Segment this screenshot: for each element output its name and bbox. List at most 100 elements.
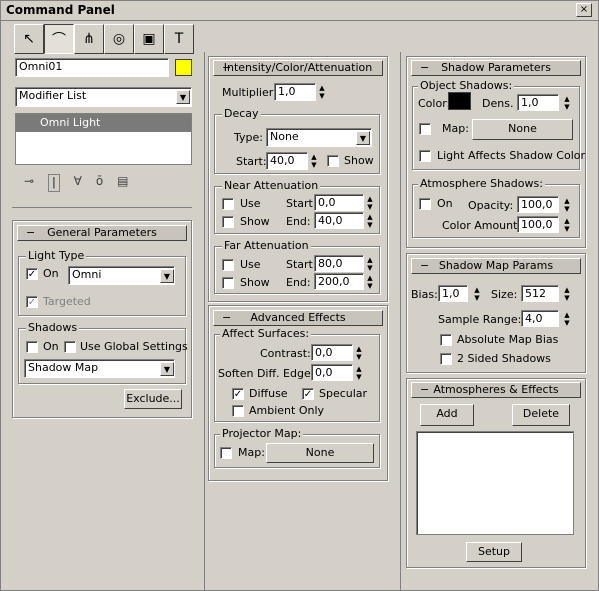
shadow-type-dropdown[interactable]: Shadow Map [24, 359, 175, 378]
sample-range-spinner[interactable]: ▲ ▼ [562, 311, 572, 327]
chevron-down-icon[interactable]: ▼ [356, 131, 370, 145]
stack-divider [12, 207, 192, 208]
projector-map-button[interactable]: None [266, 443, 374, 463]
tab-utilities[interactable]: T [164, 24, 194, 54]
near-attenuation-label: Near Attenuation [222, 179, 321, 192]
decay-show-checkbox[interactable] [327, 155, 339, 167]
near-end-input[interactable]: 40,0 [314, 212, 364, 229]
decay-type-label: Type: [234, 131, 263, 144]
stack-toolbar: ⊸ ǀ ∀ ō ▤ [24, 174, 194, 192]
far-end-input[interactable]: 200,0 [314, 273, 364, 290]
atmospheres-effects-header[interactable]: − Atmospheres & Effects [411, 382, 581, 398]
color-amount-input[interactable]: 100,0 [517, 216, 559, 233]
shadow-parameters-title: Shadow Parameters [441, 61, 551, 74]
light-on-label: On [43, 267, 59, 280]
near-end-spinner[interactable]: ▲ ▼ [365, 213, 375, 229]
near-end-label: End: [286, 215, 311, 228]
multiplier-input[interactable]: 1,0 [274, 83, 316, 101]
near-use-checkbox[interactable] [222, 198, 234, 210]
far-start-input[interactable]: 80,0 [314, 255, 364, 272]
projector-map-checkbox[interactable] [220, 447, 232, 459]
specular-checkbox[interactable]: ✓ [302, 388, 314, 400]
tab-create[interactable]: ↖ [14, 24, 44, 54]
bias-input[interactable]: 1,0 [438, 285, 468, 302]
pin-icon[interactable]: ⊸ [24, 174, 34, 192]
decay-start-input[interactable]: 40,0 [266, 152, 308, 170]
dens-input[interactable]: 1,0 [517, 94, 559, 111]
add-button[interactable]: Add [420, 404, 474, 426]
collapse-icon: − [26, 226, 36, 239]
shadow-map-params-header[interactable]: − Shadow Map Params [411, 258, 581, 274]
shadow-map-params-title: Shadow Map Params [438, 259, 554, 272]
tab-display[interactable]: ▣ [134, 24, 164, 54]
ambient-only-checkbox[interactable] [232, 405, 244, 417]
configure-icon[interactable]: ▤ [117, 174, 128, 192]
far-attenuation-label: Far Attenuation [222, 239, 311, 252]
tab-hierarchy[interactable]: ⋔ [74, 24, 104, 54]
decay-start-spinner[interactable]: ▲ ▼ [309, 153, 319, 169]
shadows-on-checkbox[interactable] [26, 341, 38, 353]
far-start-spinner[interactable]: ▲ ▼ [365, 256, 375, 272]
show-end-icon[interactable]: ǀ [48, 174, 60, 192]
diffuse-checkbox[interactable]: ✓ [232, 388, 244, 400]
size-spinner[interactable]: ▲ ▼ [562, 286, 572, 302]
far-show-checkbox[interactable] [222, 277, 234, 289]
shadow-map-checkbox[interactable] [419, 123, 431, 135]
specular-label: Specular [319, 387, 368, 400]
shadow-parameters-header[interactable]: − Shadow Parameters [411, 60, 581, 76]
soften-spinner[interactable]: ▲ ▼ [354, 365, 364, 381]
size-input[interactable]: 512 [521, 285, 559, 302]
soften-input[interactable]: 0,0 [311, 364, 353, 381]
far-use-checkbox[interactable] [222, 259, 234, 271]
make-unique-icon[interactable]: ∀ [74, 174, 82, 192]
targeted-checkbox[interactable]: ✓ [26, 296, 38, 308]
delete-button[interactable]: Delete [512, 404, 570, 426]
setup-button[interactable]: Setup [466, 542, 522, 562]
use-global-checkbox[interactable] [64, 341, 76, 353]
object-name-input[interactable]: Omni01 [15, 58, 169, 77]
dens-label: Dens. [482, 97, 514, 110]
close-button[interactable]: × [576, 3, 592, 17]
color-amount-spinner[interactable]: ▲ ▼ [562, 217, 572, 233]
chevron-down-icon[interactable]: ▼ [160, 269, 174, 283]
tab-motion[interactable]: ◎ [104, 24, 134, 54]
intensity-header[interactable]: − Intensity/Color/Attenuation [213, 60, 383, 76]
modifier-list-dropdown[interactable]: Modifier List [15, 87, 192, 107]
collapse-icon: − [420, 259, 430, 272]
multiplier-spinner[interactable]: ▲ ▼ [317, 84, 327, 100]
stack-item-omni-light[interactable]: Omni Light [16, 114, 191, 132]
remove-modifier-icon[interactable]: ō [96, 174, 103, 192]
light-type-dropdown[interactable]: Omni [68, 266, 175, 285]
near-start-spinner[interactable]: ▲ ▼ [365, 195, 375, 211]
chevron-down-icon[interactable]: ▼ [160, 362, 174, 376]
shadow-map-button[interactable]: None [472, 119, 573, 140]
atmosphere-on-checkbox[interactable] [419, 198, 431, 210]
dens-spinner[interactable]: ▲ ▼ [562, 95, 572, 111]
near-show-checkbox[interactable] [222, 216, 234, 228]
exclude-button[interactable]: Exclude... [124, 389, 182, 409]
diffuse-label: Diffuse [249, 387, 288, 400]
contrast-spinner[interactable]: ▲ ▼ [354, 345, 364, 361]
light-on-checkbox[interactable]: ✓ [26, 268, 38, 280]
opacity-input[interactable]: 100,0 [517, 196, 559, 213]
effects-list[interactable] [416, 431, 574, 535]
sample-range-input[interactable]: 4,0 [521, 310, 559, 327]
object-color-swatch[interactable] [175, 59, 192, 76]
shadow-color-swatch[interactable] [448, 92, 471, 110]
light-affects-label: Light Affects Shadow Color [437, 149, 586, 162]
far-end-label: End: [286, 276, 311, 289]
ambient-only-label: Ambient Only [249, 404, 325, 417]
bias-spinner[interactable]: ▲ ▼ [472, 286, 482, 302]
atmospheres-effects-title: Atmospheres & Effects [433, 383, 559, 396]
two-sided-shadows-checkbox[interactable] [440, 353, 452, 365]
general-parameters-header[interactable]: − General Parameters [17, 225, 187, 241]
opacity-spinner[interactable]: ▲ ▼ [562, 197, 572, 213]
absolute-map-bias-checkbox[interactable] [440, 334, 452, 346]
contrast-input[interactable]: 0,0 [311, 344, 353, 361]
advanced-effects-header[interactable]: − Advanced Effects [213, 310, 383, 326]
far-end-spinner[interactable]: ▲ ▼ [365, 274, 375, 290]
near-start-input[interactable]: 0,0 [314, 194, 364, 211]
light-affects-checkbox[interactable] [419, 150, 431, 162]
tab-modify[interactable]: ⌒ [44, 24, 74, 54]
chevron-down-icon[interactable]: ▼ [176, 90, 190, 104]
